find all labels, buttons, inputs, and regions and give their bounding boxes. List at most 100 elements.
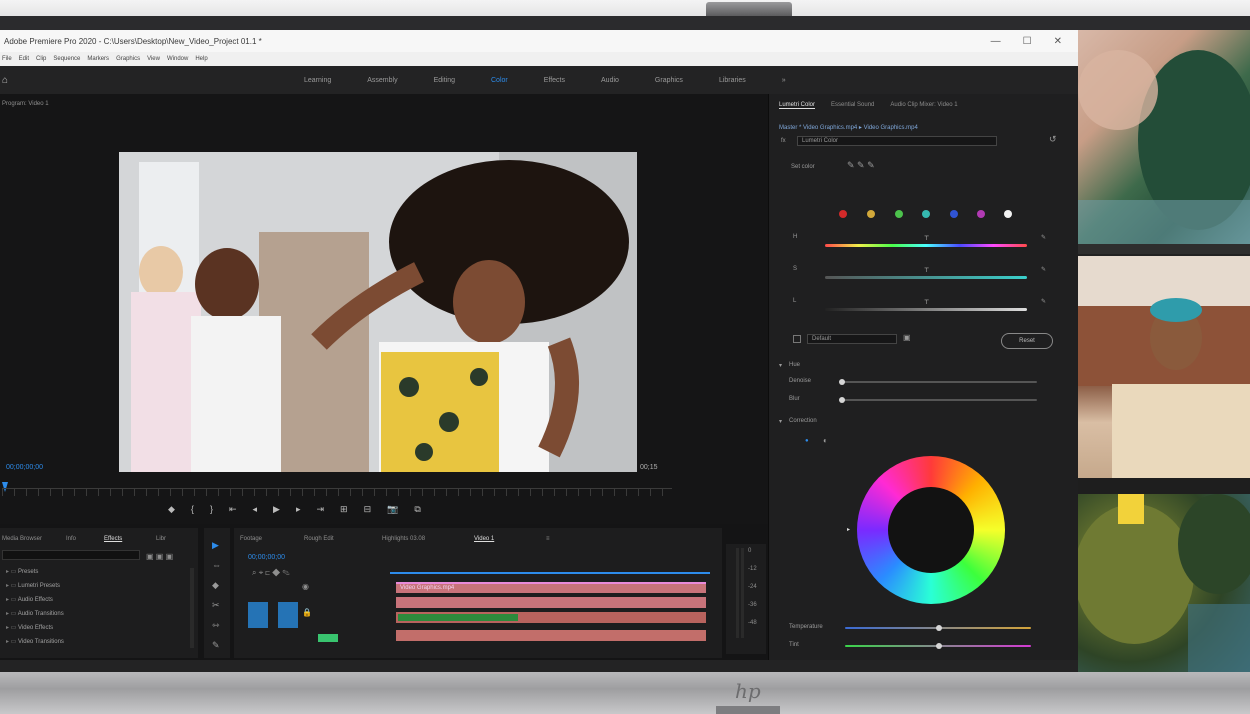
- compare-view-icon[interactable]: ⧉: [414, 504, 420, 515]
- selection-tool-icon[interactable]: ▶: [212, 540, 219, 551]
- hsl-row-s-eyedropper-icon[interactable]: ✎: [1041, 266, 1046, 273]
- tab-color[interactable]: Color: [491, 77, 508, 84]
- lift-button[interactable]: ⊞: [340, 504, 348, 515]
- add-marker-button[interactable]: ◆: [168, 504, 175, 515]
- menu-file[interactable]: File: [2, 56, 12, 62]
- saturation-range-slider[interactable]: [825, 276, 1027, 279]
- hue-range-handle[interactable]: ⊤: [924, 235, 929, 242]
- panel-actions-icon[interactable]: ▣ ▣ ▣: [146, 552, 173, 561]
- blur-slider[interactable]: [841, 399, 1037, 401]
- saturation-range-handle[interactable]: ⊤: [924, 267, 929, 274]
- maximize-button[interactable]: ☐: [1023, 36, 1032, 47]
- track-sync-lock[interactable]: [318, 634, 338, 642]
- preset-dropdown[interactable]: Default: [807, 334, 897, 344]
- tab-info[interactable]: Info: [66, 536, 76, 542]
- bin-lumetri-presets[interactable]: Lumetri Presets: [6, 582, 60, 589]
- tab-media-browser[interactable]: Media Browser: [2, 536, 42, 542]
- blur-knob[interactable]: [839, 397, 845, 403]
- program-monitor-tab[interactable]: Program: Video 1: [2, 101, 49, 107]
- track-lock-icon[interactable]: 🔒: [302, 608, 312, 617]
- bin-presets[interactable]: Presets: [6, 568, 38, 575]
- three-way-icon[interactable]: ◐: [823, 436, 828, 445]
- go-to-in-button[interactable]: ⇤: [229, 504, 237, 515]
- tab-effects[interactable]: Effects: [544, 77, 565, 84]
- extract-button[interactable]: ⊟: [364, 504, 372, 515]
- bin-video-transitions[interactable]: Video Transitions: [6, 638, 64, 645]
- tab-audio-clip-mixer[interactable]: Audio Clip Mixer: Video 1: [890, 102, 957, 109]
- tab-lumetri-color[interactable]: Lumetri Color: [779, 102, 816, 109]
- reset-effect-icon[interactable]: ↺: [1049, 134, 1057, 145]
- color-dot-magenta[interactable]: [977, 210, 985, 218]
- color-wheel[interactable]: [857, 456, 1005, 604]
- menu-window[interactable]: Window: [167, 56, 188, 62]
- bin-audio-transitions[interactable]: Audio Transitions: [6, 610, 64, 617]
- track-select-tool-icon[interactable]: ◆: [212, 580, 219, 591]
- go-to-out-button[interactable]: ⇥: [316, 504, 324, 515]
- tab-essential-sound[interactable]: Essential Sound: [831, 102, 874, 109]
- color-dot-yellow[interactable]: [867, 210, 875, 218]
- close-button[interactable]: ✕: [1054, 36, 1062, 47]
- color-wheel-center[interactable]: [888, 487, 974, 573]
- denoise-slider[interactable]: [841, 381, 1037, 383]
- bin-audio-effects[interactable]: Audio Effects: [6, 596, 53, 603]
- eyedropper-icon[interactable]: ✎ ✎ ✎: [847, 160, 875, 171]
- hue-section-chevron-icon[interactable]: ▾: [779, 362, 782, 369]
- tab-graphics[interactable]: Graphics: [655, 77, 683, 84]
- menu-edit[interactable]: Edit: [19, 56, 29, 62]
- razor-tool-icon[interactable]: ✂: [212, 600, 220, 611]
- track-eye-icon[interactable]: ◉: [302, 582, 309, 591]
- clip-v3-audio-segment[interactable]: [398, 614, 518, 621]
- ripple-edit-tool-icon[interactable]: ⇔: [212, 560, 221, 570]
- color-dot-cyan[interactable]: [922, 210, 930, 218]
- step-forward-button[interactable]: ▸: [296, 504, 301, 515]
- luma-range-handle[interactable]: ⊤: [924, 299, 929, 306]
- tab-audio[interactable]: Audio: [601, 77, 619, 84]
- time-ruler[interactable]: [2, 488, 672, 496]
- more-workspaces-icon[interactable]: »: [782, 77, 786, 84]
- tab-learning[interactable]: Learning: [304, 77, 331, 84]
- tab-highlights[interactable]: Highlights 03.08: [382, 536, 425, 542]
- fx-icon[interactable]: fx: [781, 138, 786, 144]
- menu-clip[interactable]: Clip: [36, 56, 46, 62]
- color-dot-white[interactable]: [1004, 210, 1012, 218]
- temperature-knob[interactable]: [936, 625, 942, 631]
- tab-video-1[interactable]: Video 1: [474, 536, 494, 542]
- denoise-knob[interactable]: [839, 379, 845, 385]
- hsl-row-l-eyedropper-icon[interactable]: ✎: [1041, 298, 1046, 305]
- effects-search-input[interactable]: [2, 550, 140, 560]
- pen-tool-icon[interactable]: ✎: [212, 640, 220, 651]
- menu-sequence[interactable]: Sequence: [53, 56, 80, 62]
- clip-v3[interactable]: [396, 612, 706, 623]
- timeline-ruler[interactable]: [390, 572, 710, 574]
- tab-editing[interactable]: Editing: [434, 77, 455, 84]
- show-mask-checkbox[interactable]: [793, 335, 801, 343]
- tab-footage[interactable]: Footage: [240, 536, 262, 542]
- tab-libraries-panel[interactable]: Libr: [156, 536, 166, 542]
- mark-out-button[interactable]: }: [210, 504, 213, 515]
- menu-view[interactable]: View: [147, 56, 160, 62]
- color-dot-blue[interactable]: [950, 210, 958, 218]
- minimize-button[interactable]: —: [991, 36, 1001, 47]
- tint-knob[interactable]: [936, 643, 942, 649]
- tab-libraries[interactable]: Libraries: [719, 77, 746, 84]
- track-v1-target[interactable]: [248, 602, 268, 628]
- track-v2-target[interactable]: [278, 602, 298, 628]
- tab-effects-panel[interactable]: Effects: [104, 536, 122, 542]
- invert-icon[interactable]: ▣: [903, 333, 911, 342]
- step-back-button[interactable]: ◂: [253, 504, 258, 515]
- mark-in-button[interactable]: {: [191, 504, 194, 515]
- tab-rough-edit[interactable]: Rough Edit: [304, 536, 334, 542]
- timeline-snap-icon[interactable]: ⌕ ⌖ ⊏ ◆ ✎: [252, 568, 290, 578]
- luma-range-slider[interactable]: [825, 308, 1027, 311]
- menu-markers[interactable]: Markers: [87, 56, 109, 62]
- source-line[interactable]: Master * Video Graphics.mp4 ▸ Video Grap…: [779, 124, 918, 131]
- tab-assembly[interactable]: Assembly: [367, 77, 397, 84]
- clip-video-graphics[interactable]: Video Graphics.mp4: [396, 582, 706, 593]
- wheel-handle[interactable]: ▸: [847, 526, 850, 533]
- wheel-mode-icon[interactable]: ●: [805, 438, 809, 444]
- slip-tool-icon[interactable]: ⇿: [212, 620, 220, 631]
- clip-v2[interactable]: [396, 597, 706, 608]
- playhead-timecode[interactable]: 00;00;00;00: [6, 464, 43, 471]
- reset-button[interactable]: Reset: [1001, 333, 1053, 349]
- color-dot-red[interactable]: [839, 210, 847, 218]
